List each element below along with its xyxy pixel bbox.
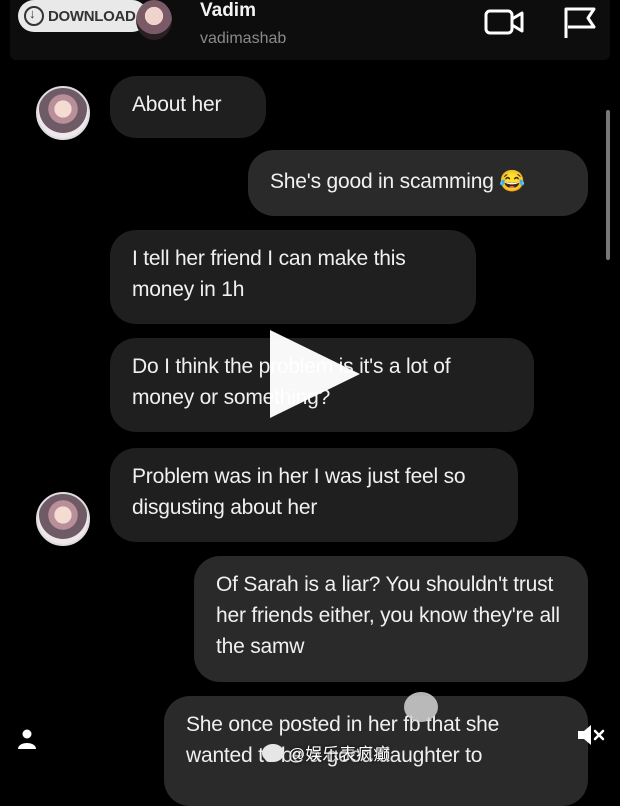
- message-text: About her: [132, 93, 222, 116]
- message-bubble-outgoing[interactable]: Of Sarah is a liar? You shouldn't trust …: [194, 556, 588, 682]
- download-button[interactable]: DOWNLOAD: [18, 0, 148, 32]
- message-text: I tell her friend I can make this money …: [132, 247, 406, 301]
- person-icon[interactable]: [16, 728, 38, 750]
- message-bubble-incoming[interactable]: I tell her friend I can make this money …: [110, 230, 476, 324]
- message-text: She's good in scamming 😂: [270, 170, 526, 193]
- play-icon[interactable]: [270, 330, 360, 418]
- touch-indicator: [404, 692, 438, 722]
- contact-username: vadimashab: [200, 30, 287, 47]
- message-bubble-incoming[interactable]: Problem was in her I was just feel so di…: [110, 448, 518, 542]
- contact-avatar[interactable]: [136, 0, 172, 40]
- watermark-text: @娱乐表疯癫: [288, 745, 391, 764]
- chat-header: DOWNLOAD Vadim vadimashab: [10, 0, 610, 60]
- message-text: Of Sarah is a liar? You shouldn't trust …: [216, 573, 560, 658]
- message-bubble-outgoing[interactable]: She's good in scamming 😂: [248, 150, 588, 216]
- flag-icon[interactable]: [562, 6, 598, 40]
- sender-avatar[interactable]: [36, 492, 90, 546]
- video-camera-icon[interactable]: [484, 8, 524, 36]
- volume-muted-icon[interactable]: [576, 722, 606, 748]
- weibo-icon: [262, 743, 284, 762]
- message-bubble-incoming[interactable]: About her: [110, 76, 266, 138]
- contact-name[interactable]: Vadim: [200, 0, 256, 22]
- sender-avatar[interactable]: [36, 86, 90, 140]
- scrollbar[interactable]: [606, 110, 610, 260]
- download-label: DOWNLOAD: [48, 7, 136, 25]
- message-text: Problem was in her I was just feel so di…: [132, 465, 466, 519]
- watermark: @娱乐表疯癫: [262, 740, 390, 765]
- download-icon: [24, 6, 44, 26]
